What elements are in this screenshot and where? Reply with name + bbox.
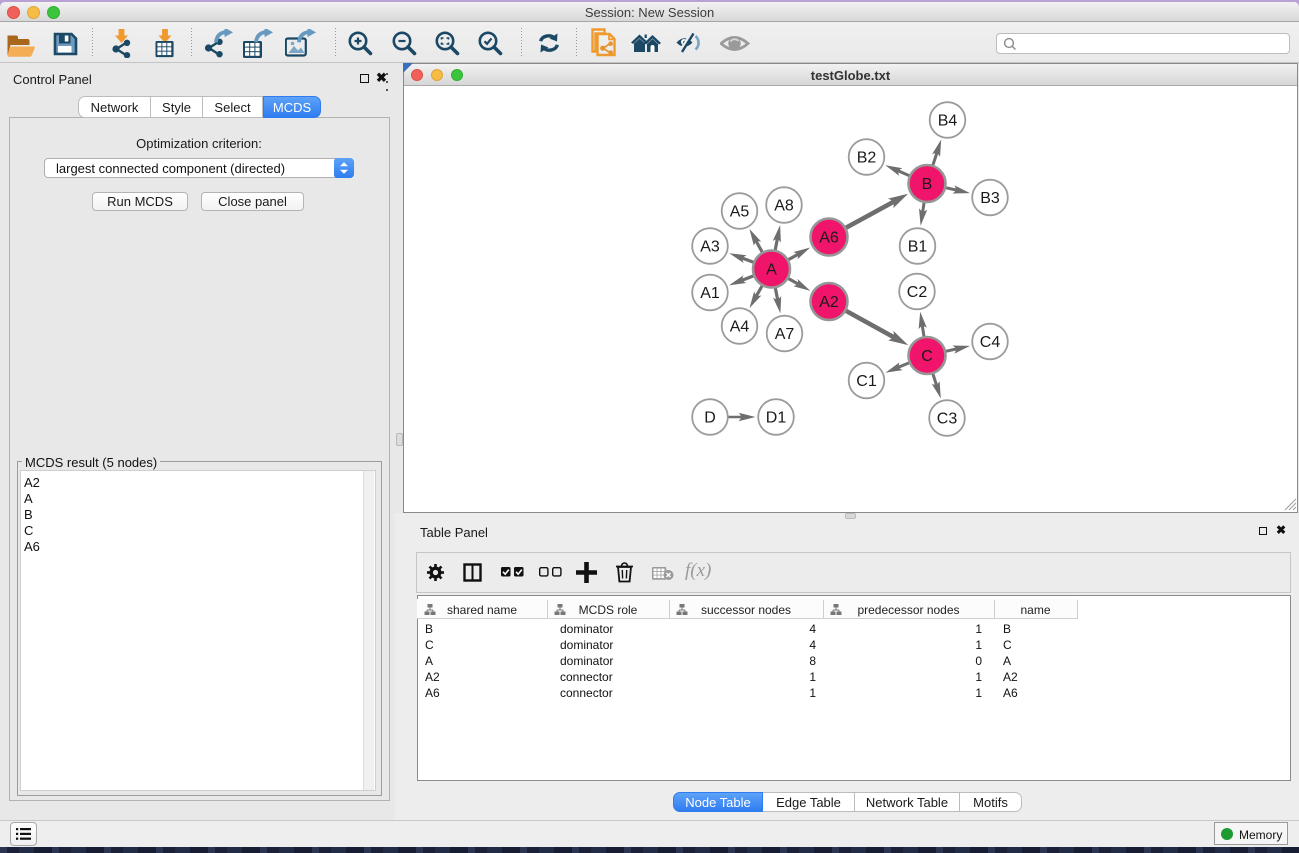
svg-text:C2: C2: [907, 284, 928, 301]
svg-text:C4: C4: [980, 334, 1001, 351]
svg-text:A: A: [766, 262, 777, 279]
svg-text:A3: A3: [700, 239, 720, 256]
svg-text:B4: B4: [938, 113, 958, 130]
svg-text:A5: A5: [730, 204, 750, 221]
svg-text:C: C: [921, 348, 933, 365]
svg-text:C3: C3: [937, 411, 958, 428]
svg-text:D: D: [704, 410, 716, 427]
svg-text:A7: A7: [775, 326, 795, 343]
svg-text:A4: A4: [730, 319, 750, 336]
svg-text:B2: B2: [857, 150, 877, 167]
svg-text:C1: C1: [856, 373, 877, 390]
svg-text:B: B: [922, 176, 933, 193]
svg-text:B1: B1: [908, 239, 928, 256]
svg-text:A6: A6: [819, 230, 839, 247]
svg-text:B3: B3: [980, 190, 1000, 207]
svg-text:A2: A2: [819, 294, 839, 311]
svg-text:A8: A8: [774, 198, 794, 215]
svg-text:D1: D1: [766, 410, 787, 427]
svg-text:A1: A1: [700, 285, 720, 302]
